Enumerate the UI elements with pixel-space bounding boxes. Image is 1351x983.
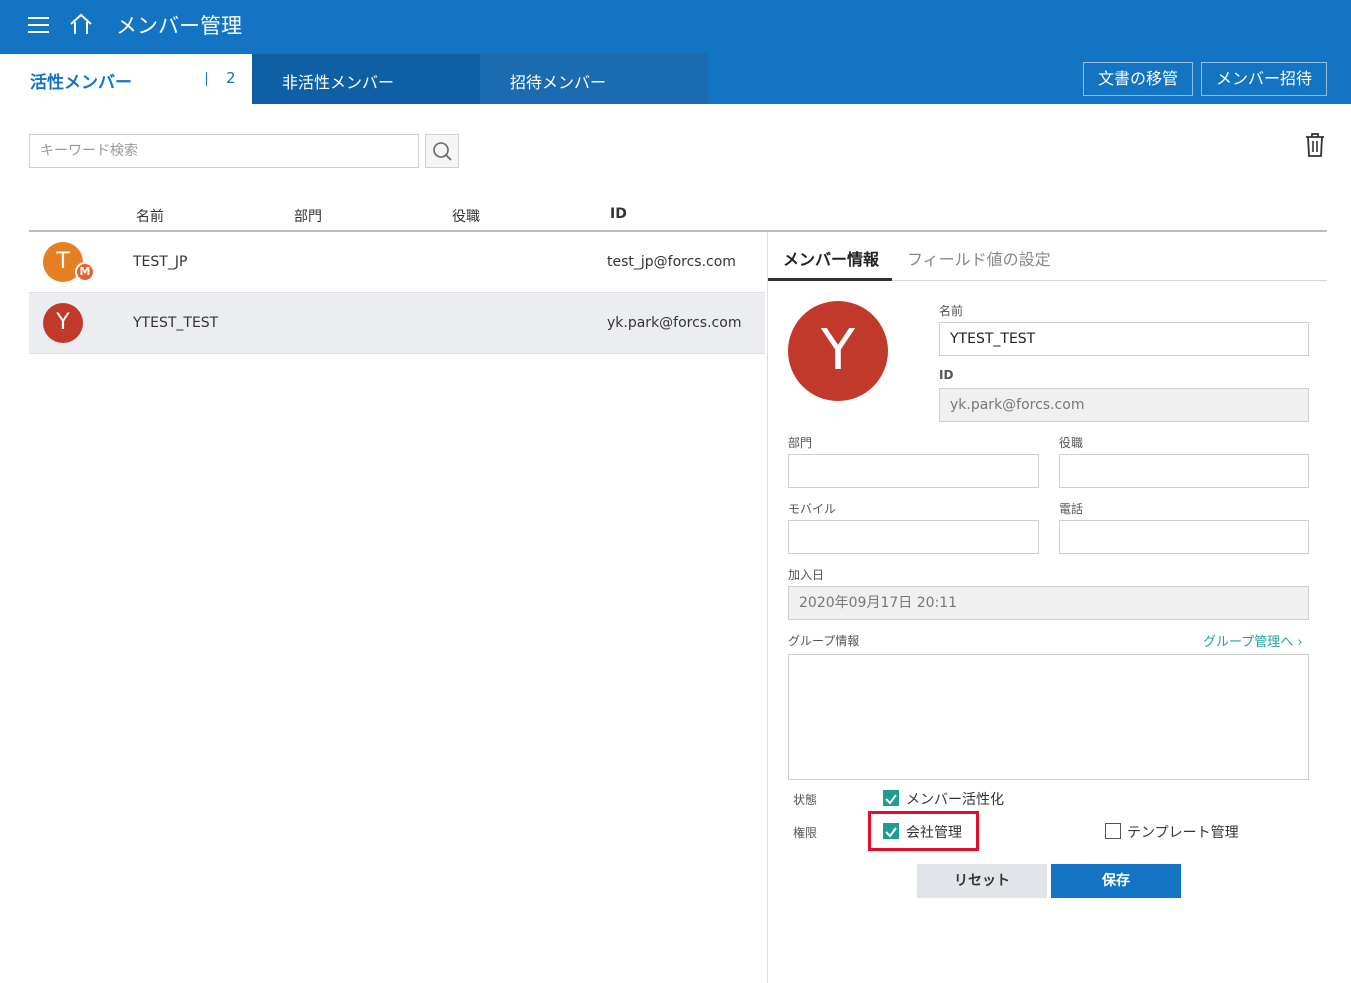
company-admin-checkbox[interactable]	[883, 823, 899, 839]
group-management-link[interactable]: グループ管理へ ›	[1203, 631, 1303, 650]
page-title: メンバー管理	[116, 14, 242, 38]
position-field[interactable]	[1059, 454, 1309, 488]
tab-inactive-members[interactable]: 非活性メンバー	[252, 54, 480, 104]
home-icon[interactable]	[68, 12, 94, 38]
column-header-position[interactable]: 役職	[452, 206, 480, 226]
company-admin-label: 会社管理	[906, 825, 962, 841]
tab-bar: 活性メンバー 2 非活性メンバー 招待メンバー 文書の移管 メンバー招待	[0, 54, 1351, 104]
avatar: Y	[43, 303, 83, 343]
tab-invited-members[interactable]: 招待メンバー	[480, 54, 708, 104]
member-id: test_jp@forcs.com	[607, 254, 736, 270]
column-header-department[interactable]: 部門	[294, 206, 322, 226]
permission-label: 権限	[793, 826, 818, 840]
tab-inactive-members-label: 非活性メンバー	[282, 73, 395, 92]
active-member-count: 2	[226, 69, 236, 87]
group-info-label: グループ情報	[788, 634, 860, 648]
joined-date-label: 加入日	[788, 568, 825, 582]
top-bar: メンバー管理	[0, 0, 1351, 54]
search-input[interactable]	[29, 134, 419, 168]
activate-member-label: メンバー活性化	[906, 792, 1004, 808]
group-info-box	[788, 654, 1309, 780]
member-id: yk.park@forcs.com	[607, 315, 742, 331]
tab-invited-members-label: 招待メンバー	[510, 73, 607, 92]
phone-label: 電話	[1059, 502, 1084, 516]
save-button[interactable]: 保存	[1051, 864, 1181, 898]
id-label: ID	[939, 368, 954, 382]
member-name: YTEST_TEST	[133, 315, 219, 331]
hamburger-menu-icon[interactable]	[28, 16, 50, 34]
search-button[interactable]	[425, 134, 459, 168]
department-field[interactable]	[788, 454, 1039, 488]
tab-active-members[interactable]: 活性メンバー 2	[0, 54, 252, 104]
tab-member-info[interactable]: メンバー情報	[783, 246, 879, 270]
transfer-documents-button[interactable]: 文書の移管	[1083, 62, 1193, 96]
status-label: 状態	[793, 793, 818, 807]
template-admin-checkbox[interactable]	[1105, 823, 1121, 839]
template-admin-label: テンプレート管理	[1127, 825, 1239, 841]
name-label: 名前	[939, 304, 964, 318]
table-row[interactable]: T M TEST_JP test_jp@forcs.com	[29, 232, 765, 293]
active-tab-indicator	[768, 278, 892, 281]
name-field[interactable]: YTEST_TEST	[939, 322, 1309, 356]
invite-member-button[interactable]: メンバー招待	[1201, 62, 1327, 96]
reset-button[interactable]: リセット	[917, 864, 1047, 898]
member-name: TEST_JP	[133, 254, 188, 270]
member-avatar-large: Y	[788, 301, 888, 401]
group-management-link-text: グループ管理へ	[1203, 635, 1294, 650]
panel-divider	[767, 232, 768, 983]
manager-badge: M	[75, 262, 95, 282]
mobile-label: モバイル	[788, 502, 837, 516]
checkmark-icon	[885, 827, 897, 838]
table-row[interactable]: Y YTEST_TEST yk.park@forcs.com	[29, 293, 765, 354]
tab-active-members-label: 活性メンバー	[30, 73, 132, 93]
tab-field-settings[interactable]: フィールド値の設定	[907, 246, 1051, 270]
chevron-right-icon: ›	[1297, 635, 1303, 650]
checkmark-icon	[885, 794, 897, 805]
phone-field[interactable]	[1059, 520, 1309, 554]
department-label: 部門	[788, 436, 813, 450]
joined-date-field: 2020年09月17日 20:11	[788, 586, 1309, 620]
search-icon	[433, 142, 452, 161]
activate-member-checkbox[interactable]	[883, 790, 899, 806]
column-header-id[interactable]: ID	[610, 206, 627, 222]
mobile-field[interactable]	[788, 520, 1039, 554]
column-header-name[interactable]: 名前	[136, 206, 164, 226]
tab-separator	[206, 72, 207, 86]
id-field: yk.park@forcs.com	[939, 388, 1309, 422]
trash-icon[interactable]	[1303, 132, 1327, 158]
position-label: 役職	[1059, 436, 1084, 450]
